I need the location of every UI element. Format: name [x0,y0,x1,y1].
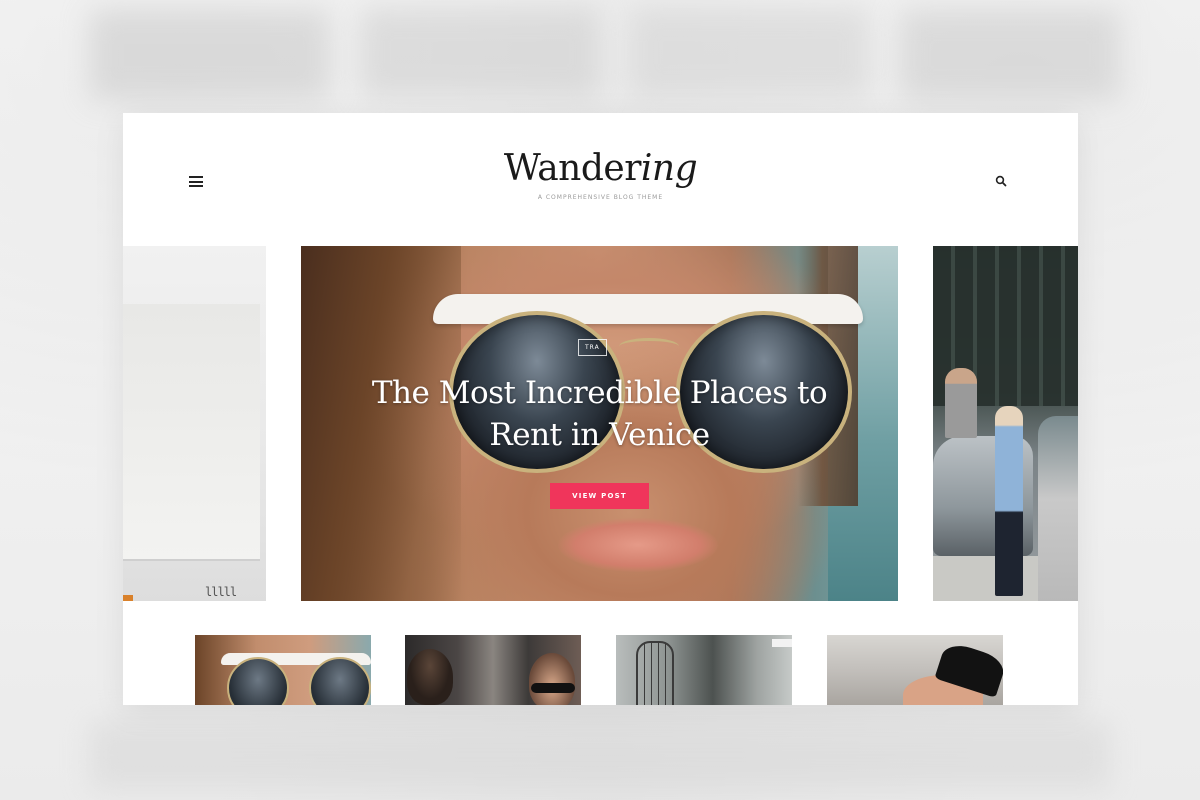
hero-overlay: TRA The Most Incredible Places to Rent i… [301,246,898,601]
thumbnail-person [407,649,453,705]
post-thumbnail[interactable] [195,635,371,705]
slide-image-detail: lllll [205,585,237,599]
slide-image-detail [123,595,133,601]
view-post-button[interactable]: VIEW POST [550,483,649,509]
logo-wordmark: Wandering [123,149,1078,189]
site-tagline: A COMPREHENSIVE BLOG THEME [537,194,664,201]
search-icon[interactable] [995,175,1007,187]
slide-image-person [945,368,977,438]
post-thumbnail[interactable] [405,635,581,705]
backdrop-shape [360,8,600,98]
backdrop-shape [900,10,1120,100]
featured-slide[interactable]: TRA The Most Incredible Places to Rent i… [301,246,898,601]
slide-image-panel [123,304,260,561]
backdrop-shape [90,10,330,100]
thumbnail-detail [772,639,792,647]
thumbnail-sunglasses [531,683,575,693]
logo-text-italic: ing [640,148,698,189]
site-logo[interactable]: Wandering A COMPREHENSIVE BLOG THEME [123,149,1078,202]
backdrop-shape [630,8,870,98]
backdrop-shape [90,720,1110,790]
slide-previous[interactable]: lllll [123,246,266,601]
slide-image-person [1038,416,1078,601]
browser-window: Wandering A COMPREHENSIVE BLOG THEME lll… [123,113,1078,705]
slide-image-person [995,406,1023,596]
slide-next[interactable] [933,246,1078,601]
hero-title[interactable]: The Most Incredible Places to Rent in Ve… [361,372,838,456]
post-thumbnail[interactable] [616,635,792,705]
site-header: Wandering A COMPREHENSIVE BLOG THEME [123,113,1078,246]
thumbnail-birdcage [636,641,674,705]
category-badge[interactable]: TRA [578,339,607,356]
logo-text: Wander [503,148,642,189]
post-thumbnail[interactable] [827,635,1003,705]
thumbnail-person [529,653,575,705]
